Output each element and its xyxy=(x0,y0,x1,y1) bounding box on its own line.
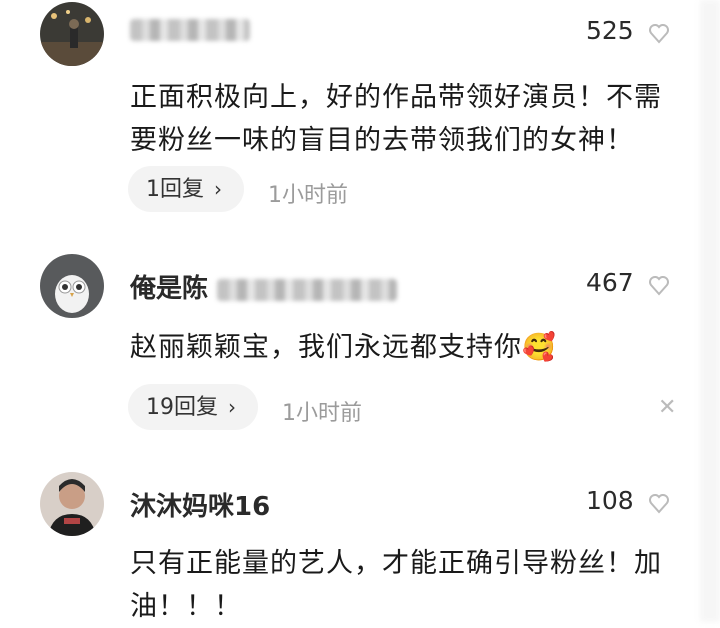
comment-item: 525 正面积极向上，好的作品带领好演员！不需要粉丝一味的盲目的去带领我们的女神… xyxy=(0,0,720,230)
reply-button[interactable]: 1回复 › xyxy=(128,166,244,212)
comment-item: 沐沐妈咪16 108 只有正能量的艺人，才能正确引导粉丝！加油！！！ xyxy=(0,470,720,622)
reply-button[interactable]: 19回复 › xyxy=(128,384,258,430)
comment-text: 正面积极向上，好的作品带领好演员！不需要粉丝一味的盲目的去带领我们的女神！ xyxy=(130,82,662,156)
timestamp: 1小时前 xyxy=(282,401,362,426)
comment-item: 俺是陈 467 赵丽颖颖宝，我们永远都支持你🥰 19回复 › 1小时前 xyxy=(0,250,720,450)
avatar[interactable] xyxy=(40,254,104,318)
like-count: 467 xyxy=(586,268,634,297)
heart-outline-icon[interactable] xyxy=(648,20,670,46)
comment-text: 赵丽颖颖宝，我们永远都支持你🥰 xyxy=(130,332,557,363)
heart-outline-icon[interactable] xyxy=(648,490,670,516)
username[interactable] xyxy=(130,14,250,44)
timestamp: 1小时前 xyxy=(268,183,348,208)
close-icon[interactable]: ✕ xyxy=(658,395,676,420)
comment-text: 只有正能量的艺人，才能正确引导粉丝！加油！！！ xyxy=(130,548,662,622)
like-count: 108 xyxy=(586,486,634,515)
username[interactable]: 俺是陈 xyxy=(130,268,398,305)
avatar[interactable] xyxy=(40,472,104,536)
chevron-right-icon: › xyxy=(214,177,222,201)
redacted-name xyxy=(217,278,398,301)
like-count: 525 xyxy=(586,16,634,45)
avatar[interactable] xyxy=(40,2,104,66)
heart-outline-icon[interactable] xyxy=(648,272,670,298)
redacted-name xyxy=(130,18,250,41)
right-edge-blur xyxy=(700,0,720,622)
username[interactable]: 沐沐妈咪16 xyxy=(130,486,270,523)
hug-emoji-icon: 🥰 xyxy=(522,332,557,363)
chevron-right-icon: › xyxy=(228,395,236,419)
